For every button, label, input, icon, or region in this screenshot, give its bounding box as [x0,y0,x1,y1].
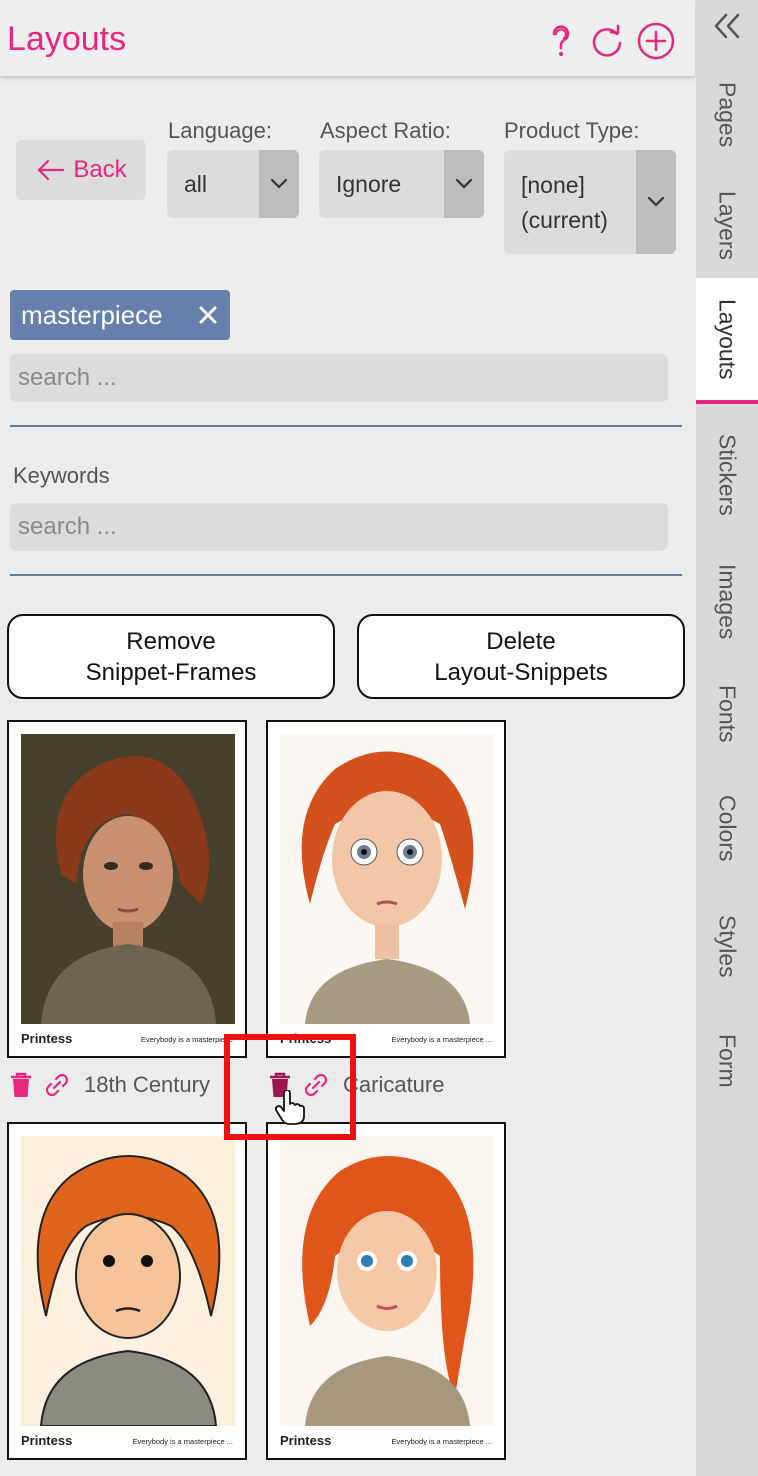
trash-icon[interactable] [8,1071,34,1099]
chevron-down-icon [259,150,299,218]
back-button[interactable]: Back [16,140,146,200]
card-tagline: Everybody is a masterpiece ... [132,1437,233,1446]
keywords-search-input[interactable] [10,503,668,551]
card-name: Caricature [343,1072,445,1097]
arrow-left-icon [38,159,65,181]
language-label: Language: [168,118,272,143]
cut-off-caption-icons: ▬ ▬ [273,1466,323,1476]
brand-logo: Printess [21,1433,73,1448]
search-input[interactable] [10,354,668,402]
tab-fonts[interactable]: Fonts [696,672,758,756]
layout-thumbnail [21,1136,235,1426]
card-tagline: Everybody is a masterpiece [140,1035,233,1044]
remove-snippet-frames-button[interactable]: Remove Snippet-Frames [7,614,335,699]
product-type-label: Product Type: [504,118,640,143]
brand-logo: Printess [280,1433,332,1448]
double-chevron-left-icon[interactable] [708,8,746,44]
brand-logo: Printess [21,1031,73,1046]
keywords-label: Keywords [13,463,110,488]
card-tagline: Everybody is a masterpiece ... [391,1035,492,1044]
product-type-value-line1: [none] [521,172,585,198]
tag-chip: masterpiece [10,290,230,340]
card-tagline: Everybody is a masterpiece ... [391,1437,492,1446]
tab-layers[interactable]: Layers [696,180,758,272]
layout-thumbnail [280,1136,494,1426]
panel-title: Layouts [7,20,127,58]
layout-thumbnail [21,734,235,1024]
cut-off-caption-icons: ▬ ▬ [14,1466,64,1476]
hand-pointer-icon [274,1089,306,1126]
card-name: 18th Century [84,1072,210,1097]
tab-images[interactable]: Images [696,552,758,652]
chevron-down-icon [636,150,676,254]
add-icon[interactable] [636,21,676,61]
chevron-down-icon [444,150,484,218]
close-icon[interactable] [196,303,220,327]
tab-stickers[interactable]: Stickers [696,420,758,530]
tab-form[interactable]: Form [696,1024,758,1098]
aspect-ratio-label: Aspect Ratio: [320,118,451,143]
layout-card[interactable]: Printess Everybody is a masterpiece [7,720,247,1058]
divider [10,574,682,576]
product-type-select[interactable]: [none] (current) [504,150,676,254]
link-icon[interactable] [42,1070,72,1100]
product-type-value-line2: (current) [521,207,608,233]
tab-pages[interactable]: Pages [696,72,758,158]
help-icon[interactable] [540,21,580,61]
aspect-ratio-select[interactable]: Ignore [319,150,484,218]
back-label: Back [73,156,127,183]
tab-layouts[interactable]: Layouts [696,278,758,404]
language-select[interactable]: all [167,150,299,218]
divider [10,425,682,427]
tag-label: masterpiece [21,299,163,330]
layout-card[interactable]: Printess Everybody is a masterpiece ... [266,1122,506,1460]
card-caption: 18th Century [8,1068,210,1102]
tab-colors[interactable]: Colors [696,782,758,874]
layout-thumbnail [280,734,494,1024]
refresh-icon[interactable] [587,21,627,61]
aspect-ratio-value: Ignore [336,171,402,197]
delete-layout-snippets-button[interactable]: Delete Layout-Snippets [357,614,685,699]
layout-card[interactable]: Printess Everybody is a masterpiece ... [7,1122,247,1460]
side-tab-bar: Pages Layers Layouts Stickers Images Fon… [696,0,758,1476]
tab-styles[interactable]: Styles [696,902,758,990]
panel-header: Layouts [0,0,695,76]
layout-card[interactable]: Printess Everybody is a masterpiece ... [266,720,506,1058]
language-value: all [184,171,208,197]
